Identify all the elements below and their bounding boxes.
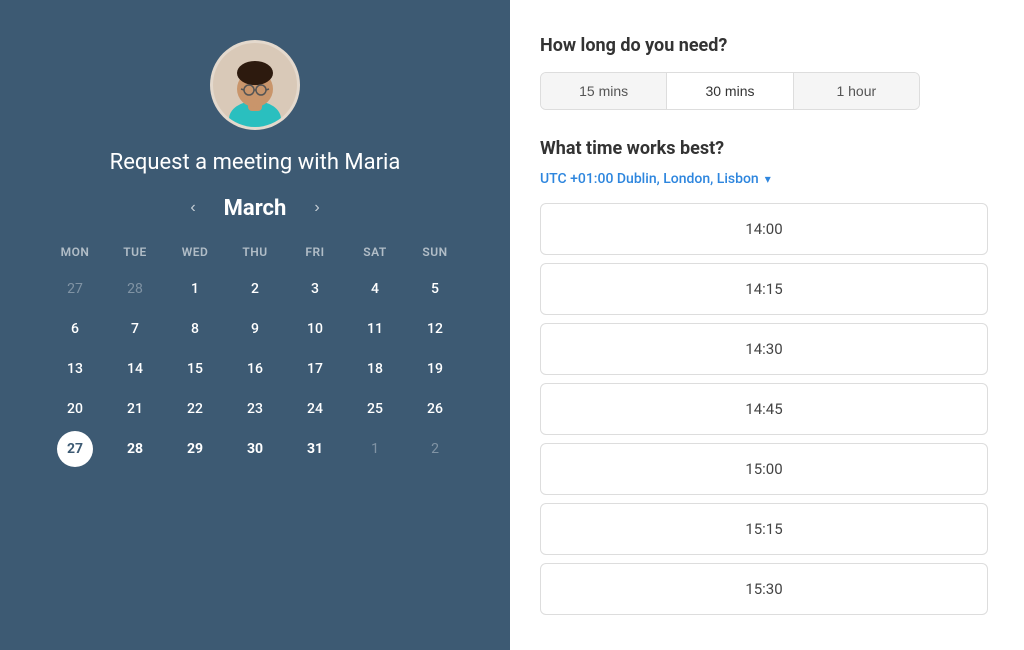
duration-buttons: 15 mins30 mins1 hour <box>540 72 920 110</box>
time-slot[interactable]: 14:00 <box>540 203 988 255</box>
calendar-day[interactable]: 2 <box>417 431 453 467</box>
calendar-day[interactable]: 3 <box>297 271 333 307</box>
calendar-day-header: WED <box>165 241 225 263</box>
calendar-day[interactable]: 1 <box>357 431 393 467</box>
calendar-day[interactable]: 19 <box>417 351 453 387</box>
duration-option[interactable]: 15 mins <box>541 73 667 109</box>
calendar-day[interactable]: 12 <box>417 311 453 347</box>
month-label: March <box>224 196 287 221</box>
calendar-day[interactable]: 27 <box>57 271 93 307</box>
calendar-day[interactable]: 29 <box>177 431 213 467</box>
time-slot[interactable]: 14:15 <box>540 263 988 315</box>
calendar-day[interactable]: 16 <box>237 351 273 387</box>
next-month-button[interactable]: › <box>306 195 327 221</box>
calendar-day[interactable]: 25 <box>357 391 393 427</box>
calendar-day-header: THU <box>225 241 285 263</box>
calendar-day[interactable]: 18 <box>357 351 393 387</box>
time-slot[interactable]: 15:00 <box>540 443 988 495</box>
calendar-day[interactable]: 5 <box>417 271 453 307</box>
left-panel: Request a meeting with Maria ‹ March › M… <box>0 0 510 650</box>
calendar-day[interactable]: 9 <box>237 311 273 347</box>
calendar-day[interactable]: 14 <box>117 351 153 387</box>
time-title: What time works best? <box>540 138 994 159</box>
calendar-day[interactable]: 4 <box>357 271 393 307</box>
duration-option[interactable]: 30 mins <box>667 73 793 109</box>
chevron-down-icon: ▾ <box>765 172 771 186</box>
calendar-day-header: FRI <box>285 241 345 263</box>
calendar-day[interactable]: 13 <box>57 351 93 387</box>
time-slot[interactable]: 15:30 <box>540 563 988 615</box>
time-slot[interactable]: 14:30 <box>540 323 988 375</box>
calendar-day[interactable]: 6 <box>57 311 93 347</box>
calendar: MONTUEWEDTHUFRISATSUN 272812345678910111… <box>45 241 465 467</box>
calendar-day[interactable]: 10 <box>297 311 333 347</box>
calendar-grid: 2728123456789101112131415161718192021222… <box>45 271 465 467</box>
calendar-day[interactable]: 30 <box>237 431 273 467</box>
calendar-day[interactable]: 8 <box>177 311 213 347</box>
calendar-day[interactable]: 22 <box>177 391 213 427</box>
calendar-day[interactable]: 24 <box>297 391 333 427</box>
calendar-day[interactable]: 20 <box>57 391 93 427</box>
avatar <box>210 40 300 130</box>
timezone-selector[interactable]: UTC +01:00 Dublin, London, Lisbon ▾ <box>540 171 994 187</box>
month-navigation: ‹ March › <box>182 195 327 221</box>
calendar-day[interactable]: 21 <box>117 391 153 427</box>
calendar-day[interactable]: 17 <box>297 351 333 387</box>
time-slot[interactable]: 15:15 <box>540 503 988 555</box>
calendar-day-header: SAT <box>345 241 405 263</box>
calendar-day[interactable]: 15 <box>177 351 213 387</box>
calendar-day[interactable]: 28 <box>117 431 153 467</box>
prev-month-button[interactable]: ‹ <box>182 195 203 221</box>
calendar-day[interactable]: 1 <box>177 271 213 307</box>
right-panel: How long do you need? 15 mins30 mins1 ho… <box>510 0 1024 650</box>
calendar-day[interactable]: 27 <box>57 431 93 467</box>
time-slot[interactable]: 14:45 <box>540 383 988 435</box>
timezone-label: UTC +01:00 Dublin, London, Lisbon <box>540 171 759 187</box>
duration-title: How long do you need? <box>540 35 994 56</box>
calendar-day[interactable]: 7 <box>117 311 153 347</box>
calendar-day[interactable]: 26 <box>417 391 453 427</box>
duration-option[interactable]: 1 hour <box>794 73 919 109</box>
calendar-day[interactable]: 31 <box>297 431 333 467</box>
calendar-day-header: TUE <box>105 241 165 263</box>
calendar-day-header: MON <box>45 241 105 263</box>
calendar-header: MONTUEWEDTHUFRISATSUN <box>45 241 465 263</box>
calendar-day-header: SUN <box>405 241 465 263</box>
calendar-day[interactable]: 28 <box>117 271 153 307</box>
calendar-day[interactable]: 2 <box>237 271 273 307</box>
calendar-day[interactable]: 11 <box>357 311 393 347</box>
time-slots-container[interactable]: 14:0014:1514:3014:4515:0015:1515:3015:45 <box>540 203 994 623</box>
calendar-day[interactable]: 23 <box>237 391 273 427</box>
meeting-title: Request a meeting with Maria <box>110 150 401 175</box>
